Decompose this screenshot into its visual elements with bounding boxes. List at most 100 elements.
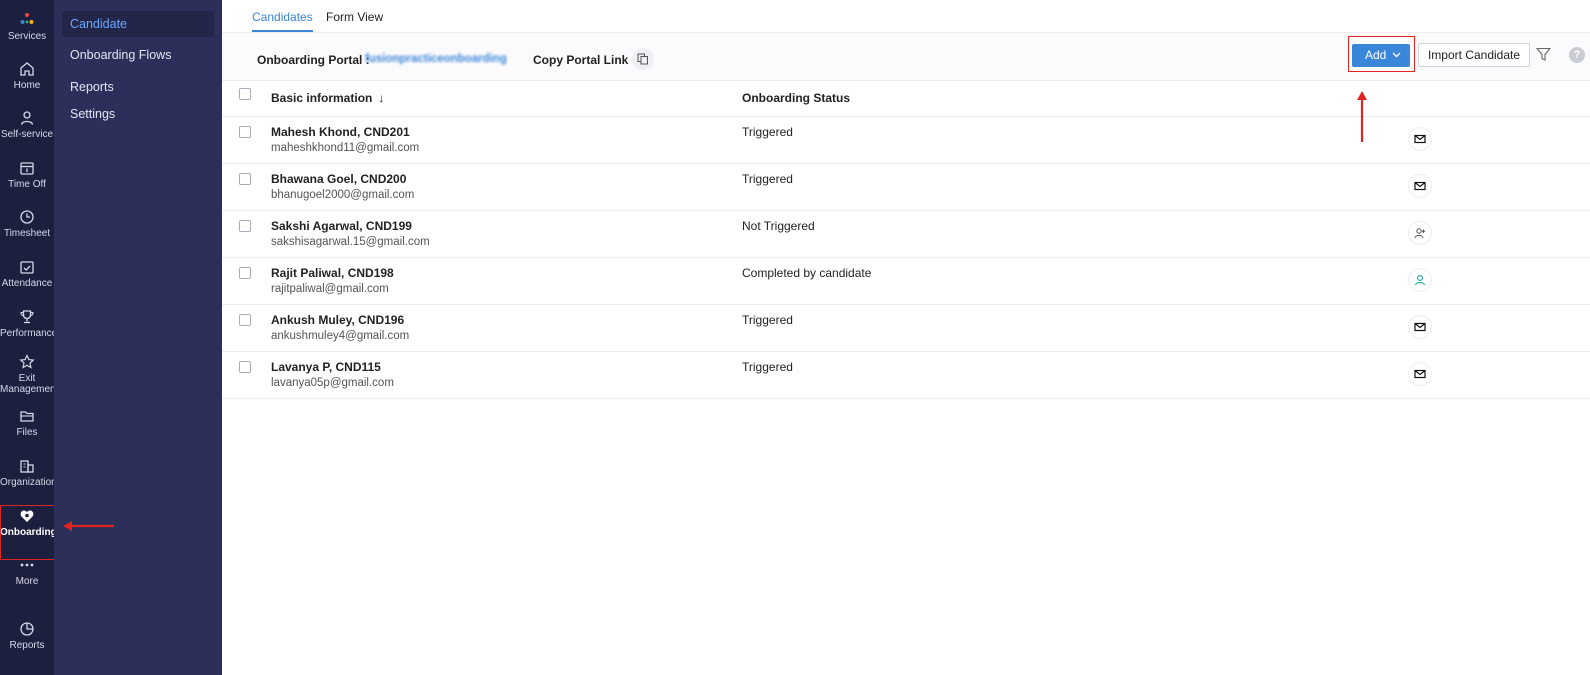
table-row[interactable]: Rajit Paliwal, CND198 rajitpaliwal@gmail… <box>222 258 1590 305</box>
onboarding-status: Triggered <box>742 313 793 327</box>
submenu-item-settings[interactable]: Settings <box>62 101 214 127</box>
table-row[interactable]: Lavanya P, CND115 lavanya05p@gmail.com T… <box>222 352 1590 399</box>
filter-icon[interactable] <box>1535 47 1552 67</box>
trigger-onboarding-button[interactable] <box>1409 222 1431 244</box>
rail-label: Performance <box>0 328 58 339</box>
portal-link[interactable]: fusionpracticeonboarding <box>365 53 507 65</box>
rail-label: Attendance <box>1 278 53 289</box>
rail-item-more[interactable]: More <box>0 557 54 587</box>
row-checkbox[interactable] <box>239 361 251 373</box>
send-mail-button[interactable] <box>1409 363 1431 385</box>
services-icon <box>20 13 34 24</box>
rail-label: Time Off <box>8 179 46 190</box>
table-row[interactable]: Sakshi Agarwal, CND199 sakshisagarwal.15… <box>222 211 1590 258</box>
folder-icon <box>20 411 34 422</box>
rail-label: Exit <box>18 373 36 384</box>
submenu-item-candidate[interactable]: Candidate <box>62 11 214 37</box>
copy-button[interactable] <box>632 48 654 70</box>
rail-item-reports[interactable]: Reports <box>0 621 54 651</box>
convert-candidate-button[interactable] <box>1409 269 1431 291</box>
onboarding-status: Triggered <box>742 172 793 186</box>
rail-item-services[interactable]: Services <box>0 12 54 42</box>
candidate-email: bhanugoel2000@gmail.com <box>271 189 415 201</box>
toolbar: Onboarding Portal : fusionpracticeonboar… <box>222 33 1590 81</box>
onboarding-status: Triggered <box>742 360 793 374</box>
send-mail-button[interactable] <box>1409 316 1431 338</box>
copy-portal-link-label: Copy Portal Link <box>533 53 629 67</box>
send-mail-button[interactable] <box>1409 175 1431 197</box>
onboarding-status: Completed by candidate <box>742 266 872 280</box>
candidate-email: lavanya05p@gmail.com <box>271 377 394 389</box>
import-candidate-button[interactable]: Import Candidate <box>1418 43 1530 67</box>
rail-label: Services <box>7 31 47 42</box>
star-icon <box>19 354 35 369</box>
send-mail-button[interactable] <box>1409 128 1431 150</box>
table-header: Basic information ↓ Onboarding Status <box>222 81 1590 117</box>
onboarding-submenu: Candidate Onboarding Flows Reports Setti… <box>54 0 222 675</box>
rail-item-attendance[interactable]: Attendance <box>0 259 54 289</box>
rail-item-self-service[interactable]: Self-service <box>0 110 54 140</box>
home-icon <box>20 62 34 76</box>
column-basic-information[interactable]: Basic information ↓ <box>271 91 384 105</box>
pie-chart-icon <box>20 622 34 636</box>
select-all-checkbox[interactable] <box>239 88 251 100</box>
candidate-email: maheshkhond11@gmail.com <box>271 142 420 154</box>
onboarding-highlight-box <box>0 505 56 560</box>
annotation-arrow-up-icon <box>1357 91 1367 142</box>
rail-item-home[interactable]: Home <box>0 61 54 91</box>
row-checkbox[interactable] <box>239 173 251 185</box>
candidate-name[interactable]: Sakshi Agarwal, CND199 <box>271 219 412 233</box>
mail-icon <box>1414 181 1426 191</box>
table-row[interactable]: Bhawana Goel, CND200 bhanugoel2000@gmail… <box>222 164 1590 211</box>
trophy-icon <box>20 310 34 324</box>
app-rail: Services Home Self-service Time Off Time… <box>0 0 59 675</box>
rail-label-line2: Management <box>0 384 59 395</box>
add-user-icon <box>1414 228 1426 239</box>
clock-icon <box>20 210 34 224</box>
mail-icon <box>1414 369 1426 379</box>
portal-label: Onboarding Portal : <box>257 53 370 67</box>
rail-item-organization[interactable]: Organization <box>0 458 57 488</box>
view-tabs: Candidates Form View <box>222 0 1590 33</box>
rail-item-exit-management[interactable]: Exit Management <box>0 354 59 395</box>
calendar-icon <box>20 162 34 175</box>
onboarding-status: Not Triggered <box>742 219 815 233</box>
row-checkbox[interactable] <box>239 126 251 138</box>
rail-label: Self-service <box>0 129 54 140</box>
candidate-name[interactable]: Rajit Paliwal, CND198 <box>271 266 394 280</box>
mail-icon <box>1414 322 1426 332</box>
add-button-label: Add <box>1365 48 1387 62</box>
rail-item-time-off[interactable]: Time Off <box>0 160 54 190</box>
tab-candidates[interactable]: Candidates <box>252 10 313 32</box>
rail-label: Reports <box>9 640 45 651</box>
candidate-name[interactable]: Bhawana Goel, CND200 <box>271 172 406 186</box>
sort-arrow-icon: ↓ <box>378 91 385 105</box>
submenu-item-onboarding-flows[interactable]: Onboarding Flows <box>62 42 214 68</box>
candidate-name[interactable]: Ankush Muley, CND196 <box>271 313 404 327</box>
chevron-down-icon <box>1392 52 1401 58</box>
column-onboarding-status: Onboarding Status <box>742 91 850 105</box>
rail-item-performance[interactable]: Performance <box>0 309 58 339</box>
row-checkbox[interactable] <box>239 314 251 326</box>
building-icon <box>20 460 34 473</box>
calendar-check-icon <box>20 261 34 274</box>
main-content: Candidates Form View Onboarding Portal :… <box>222 0 1590 675</box>
table-row[interactable]: Mahesh Khond, CND201 maheshkhond11@gmail… <box>222 117 1590 164</box>
rail-item-files[interactable]: Files <box>0 408 54 438</box>
candidate-name[interactable]: Mahesh Khond, CND201 <box>271 125 410 139</box>
mail-icon <box>1414 134 1426 144</box>
help-icon[interactable]: ? <box>1569 47 1585 63</box>
rail-label: Timesheet <box>3 228 51 239</box>
add-button[interactable]: Add <box>1352 44 1410 67</box>
candidate-email: sakshisagarwal.15@gmail.com <box>271 236 430 248</box>
submenu-item-reports[interactable]: Reports <box>62 74 214 100</box>
tab-form-view[interactable]: Form View <box>326 10 383 24</box>
rail-label: Files <box>16 427 38 438</box>
annotation-arrow-left-icon <box>63 521 114 531</box>
rail-item-timesheet[interactable]: Timesheet <box>0 209 54 239</box>
column-basic-information-label: Basic information <box>271 91 373 105</box>
table-row[interactable]: Ankush Muley, CND196 ankushmuley4@gmail.… <box>222 305 1590 352</box>
candidate-name[interactable]: Lavanya P, CND115 <box>271 360 381 374</box>
row-checkbox[interactable] <box>239 220 251 232</box>
row-checkbox[interactable] <box>239 267 251 279</box>
